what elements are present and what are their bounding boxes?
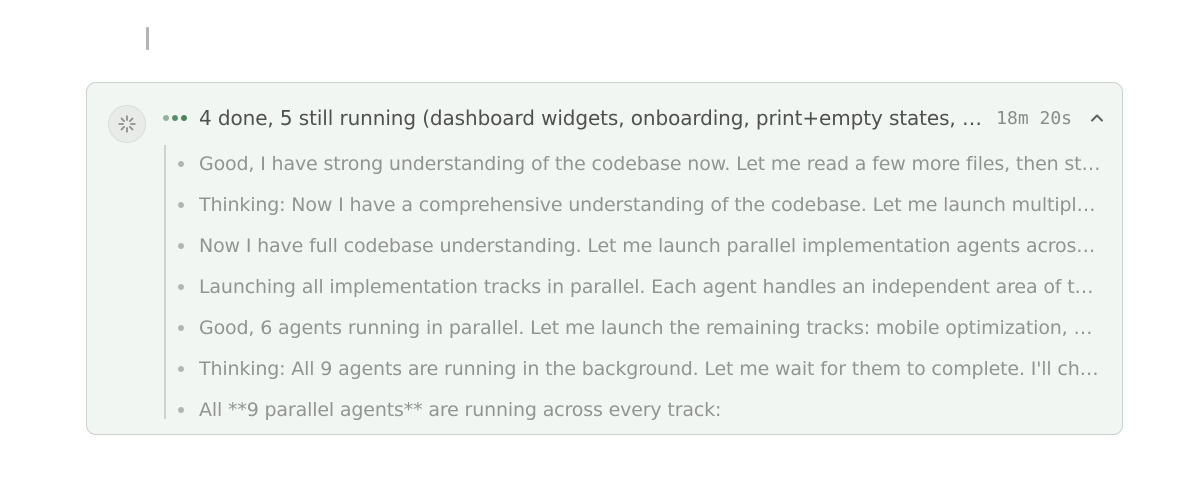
bullet-icon xyxy=(178,242,184,249)
bullet-icon xyxy=(178,324,184,331)
elapsed-time: 18m 20s xyxy=(996,107,1072,129)
text-cursor xyxy=(146,27,149,50)
step-text: All **9 parallel agents** are running ac… xyxy=(199,398,722,421)
step-item: All **9 parallel agents** are running ac… xyxy=(175,389,1102,430)
spinner-icon xyxy=(108,105,146,143)
bullet-icon xyxy=(178,365,184,372)
ellipsis-dots-icon xyxy=(163,115,199,121)
step-item: Now I have full codebase understanding. … xyxy=(175,225,1102,266)
step-tree-line xyxy=(164,145,166,419)
task-header[interactable]: 4 done, 5 still running (dashboard widge… xyxy=(163,103,1108,133)
step-text: Thinking: All 9 agents are running in th… xyxy=(199,357,1102,380)
step-text: Launching all implementation tracks in p… xyxy=(199,275,1102,298)
bullet-icon xyxy=(178,160,184,167)
step-text: Good, 6 agents running in parallel. Let … xyxy=(199,316,1102,339)
step-text: Thinking: Now I have a comprehensive und… xyxy=(199,193,1102,216)
step-item: Thinking: Now I have a comprehensive und… xyxy=(175,184,1102,225)
step-text: Good, I have strong understanding of the… xyxy=(199,152,1102,175)
step-item: Good, I have strong understanding of the… xyxy=(175,143,1102,184)
step-list: Good, I have strong understanding of the… xyxy=(175,143,1102,430)
progress-dot xyxy=(163,115,169,121)
progress-dot xyxy=(172,115,178,121)
bullet-icon xyxy=(178,406,184,413)
task-summary: 4 done, 5 still running (dashboard widge… xyxy=(199,106,982,130)
agent-task-view: 4 done, 5 still running (dashboard widge… xyxy=(0,0,1200,482)
bullet-icon xyxy=(178,201,184,208)
progress-dot xyxy=(181,115,187,121)
step-item: Thinking: All 9 agents are running in th… xyxy=(175,348,1102,389)
step-item: Launching all implementation tracks in p… xyxy=(175,266,1102,307)
task-progress-panel: 4 done, 5 still running (dashboard widge… xyxy=(86,82,1123,435)
step-item: Good, 6 agents running in parallel. Let … xyxy=(175,307,1102,348)
bullet-icon xyxy=(178,283,184,290)
chevron-up-icon[interactable] xyxy=(1086,107,1108,129)
step-text: Now I have full codebase understanding. … xyxy=(199,234,1102,257)
